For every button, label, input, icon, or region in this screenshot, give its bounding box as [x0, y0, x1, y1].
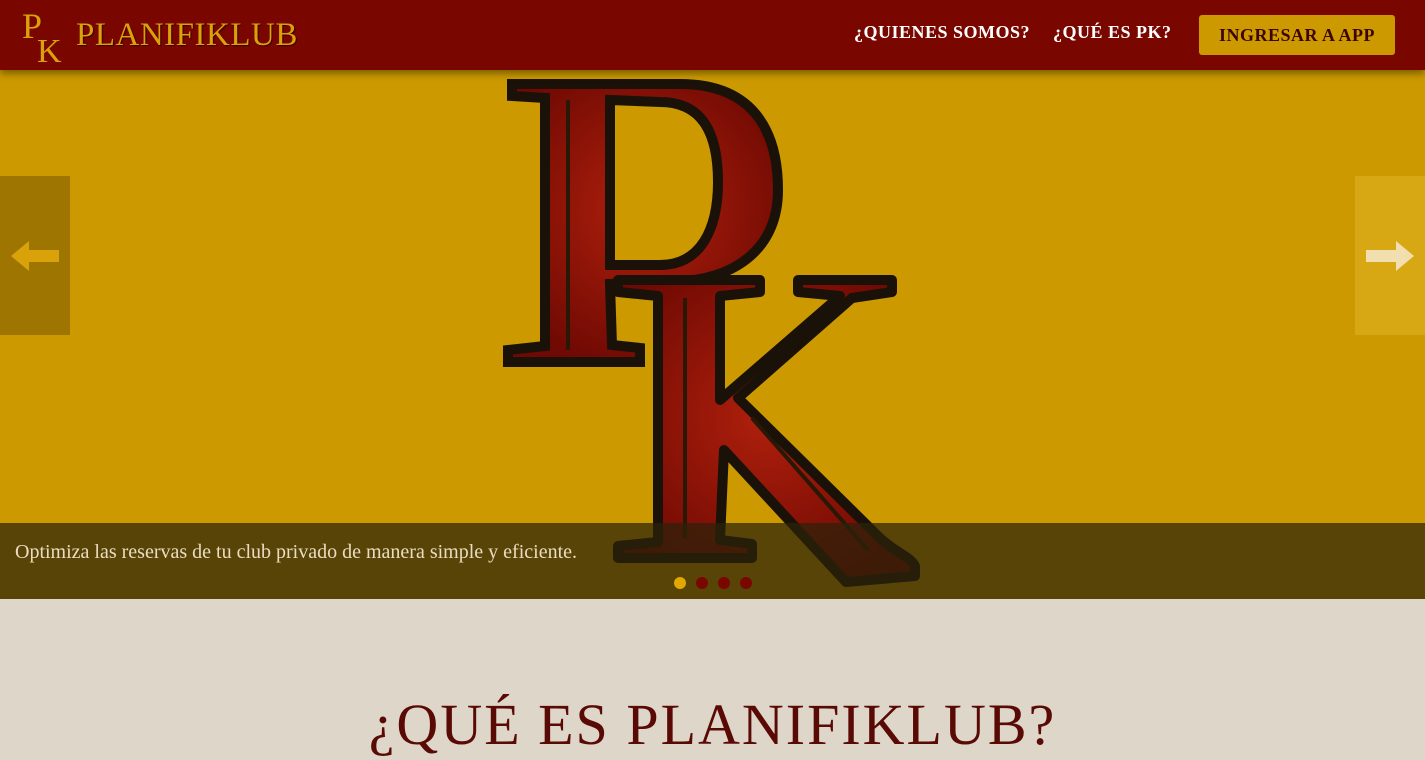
carousel-dot-2[interactable]: [696, 577, 708, 589]
brand-logo-icon: P K: [22, 6, 62, 64]
caption-text: Optimiza las reservas de tu club privado…: [15, 541, 578, 563]
brand-link[interactable]: P K PLANIFIKLUB: [22, 6, 298, 64]
hero-carousel: Optimiza las reservas de tu club privado…: [0, 70, 1425, 599]
nav-que-es-pk[interactable]: ¿QUÉ ES PK?: [1053, 22, 1172, 43]
carousel-dot-4[interactable]: [740, 577, 752, 589]
section-title: ¿QUÉ ES PLANIFIKLUB?: [368, 692, 1057, 757]
carousel-next-button[interactable]: [1355, 176, 1425, 335]
brand-name: PLANIFIKLUB: [76, 16, 298, 53]
hero-monogram-image: [503, 79, 920, 587]
carousel-indicators: [674, 577, 752, 589]
nav-quienes-somos[interactable]: ¿QUIENES SOMOS?: [854, 22, 1030, 43]
carousel-prev-button[interactable]: [0, 176, 70, 335]
navbar: P K PLANIFIKLUB ¿QUIENES SOMOS? ¿QUÉ ES …: [0, 0, 1425, 70]
ingresar-app-button[interactable]: INGRESAR A APP: [1199, 15, 1395, 55]
svg-text:K: K: [37, 33, 62, 64]
carousel-dot-3[interactable]: [718, 577, 730, 589]
carousel-dot-1[interactable]: [674, 577, 686, 589]
arrow-right-icon: [1366, 240, 1414, 271]
arrow-left-icon: [11, 240, 59, 271]
